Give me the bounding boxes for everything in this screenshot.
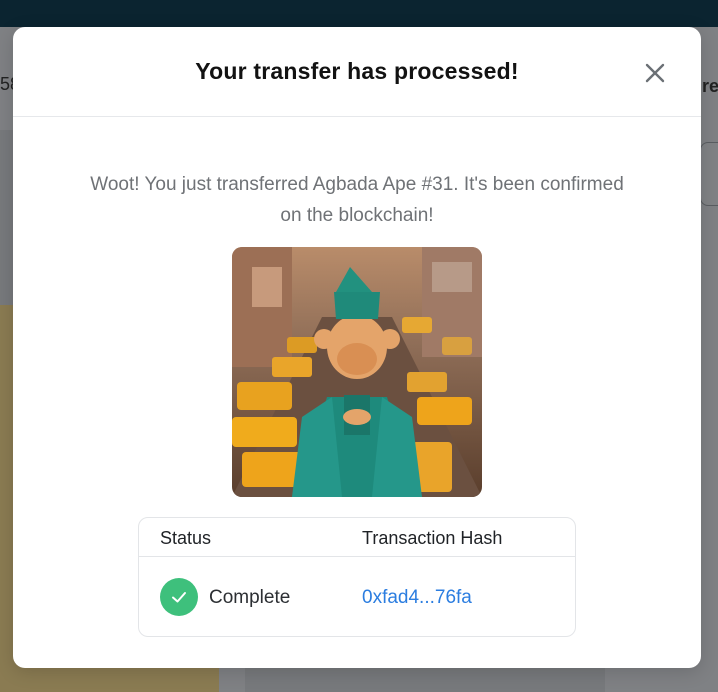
background-footer bbox=[245, 668, 605, 692]
table-row: Complete 0xfad4...76fa bbox=[139, 557, 575, 636]
status-column-header: Status bbox=[160, 528, 212, 548]
top-nav-bar bbox=[0, 0, 718, 27]
check-circle-icon bbox=[160, 578, 198, 616]
transaction-hash-link[interactable]: 0xfad4...76fa bbox=[362, 587, 472, 609]
hash-column-header: Transaction Hash bbox=[362, 528, 503, 548]
close-icon bbox=[645, 63, 665, 83]
background-panel bbox=[0, 130, 13, 305]
background-text-right: re bbox=[702, 76, 718, 96]
transaction-status-table: Status Transaction Hash Complete 0xfad4.… bbox=[138, 517, 576, 637]
modal-header: Your transfer has processed! bbox=[13, 27, 701, 117]
close-button[interactable] bbox=[641, 59, 669, 87]
transfer-success-modal: Your transfer has processed! Woot! You j… bbox=[13, 27, 701, 668]
modal-title: Your transfer has processed! bbox=[195, 58, 519, 84]
nft-artwork-image bbox=[232, 247, 482, 497]
status-value: Complete bbox=[209, 587, 291, 608]
background-card bbox=[700, 142, 718, 206]
table-header-row: Status Transaction Hash bbox=[139, 518, 575, 557]
confirmation-message: Woot! You just transferred Agbada Ape #3… bbox=[90, 174, 624, 226]
